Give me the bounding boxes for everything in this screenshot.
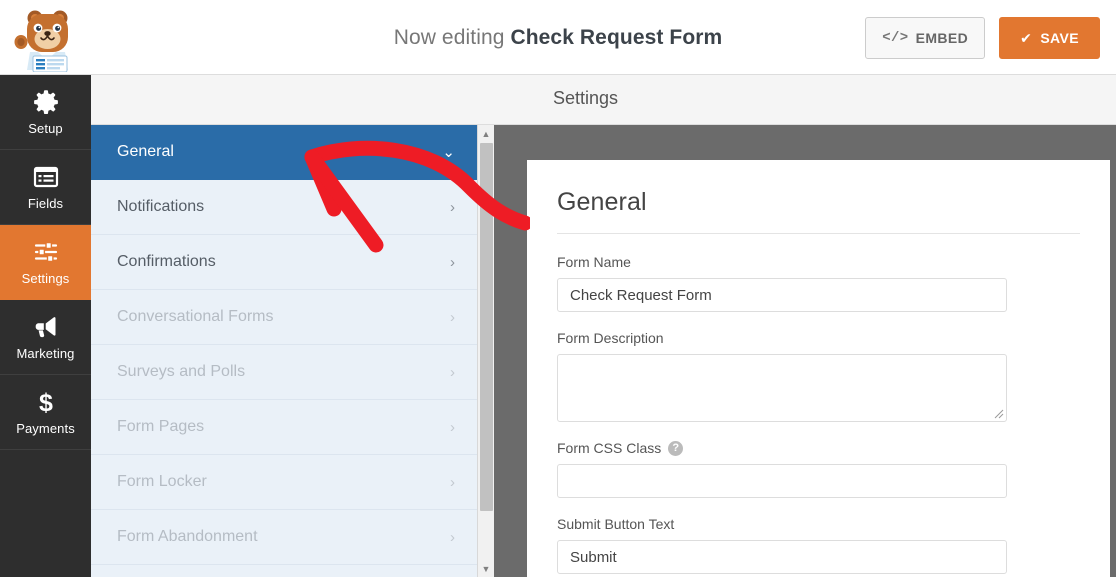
- sidebar-item-payments-label: Payments: [16, 421, 75, 436]
- scroll-up-arrow-icon[interactable]: ▲: [478, 125, 494, 142]
- save-button-label: SAVE: [1040, 30, 1079, 46]
- sidebar-item-setup-label: Setup: [28, 121, 63, 136]
- top-bar-actions: </> EMBED ✔ SAVE: [865, 17, 1100, 59]
- chevron-right-icon: ›: [450, 418, 455, 436]
- check-icon: ✔: [1020, 30, 1033, 46]
- field-submit-button-text-label-row: Submit Button Text: [557, 516, 1080, 532]
- nav-item-conversational-forms-label: Conversational Forms: [117, 308, 274, 325]
- sidebar-item-fields-label: Fields: [27, 196, 64, 211]
- chevron-right-icon: ›: [450, 528, 455, 546]
- dollar-icon: $: [32, 388, 60, 417]
- nav-item-confirmations[interactable]: Confirmations ›: [91, 235, 477, 290]
- sliders-icon: [32, 238, 60, 266]
- top-bar: Now editing Check Request Form </> EMBED…: [0, 0, 1116, 75]
- title-divider: [557, 233, 1080, 234]
- wpforms-form-builder: Now editing Check Request Form </> EMBED…: [0, 0, 1116, 577]
- svg-text:$: $: [39, 389, 53, 416]
- page-title-prefix: Now editing: [393, 25, 505, 49]
- nav-item-form-locker-label: Form Locker: [117, 473, 207, 490]
- nav-item-surveys-and-polls-label: Surveys and Polls: [117, 363, 246, 380]
- field-form-name-label-row: Form Name: [557, 254, 1080, 270]
- sidebar-item-setup[interactable]: Setup: [0, 75, 91, 150]
- scroll-down-arrow-icon[interactable]: ▼: [478, 560, 494, 577]
- list-icon: [32, 163, 60, 191]
- sidebar-item-payments[interactable]: $ Payments: [0, 375, 91, 450]
- general-settings-card: General Form Name Form Description: [527, 160, 1110, 577]
- save-button[interactable]: ✔ SAVE: [999, 17, 1100, 59]
- sidebar-item-marketing-label: Marketing: [16, 346, 75, 361]
- chevron-right-icon: ›: [450, 363, 455, 381]
- nav-item-partial[interactable]: [91, 565, 477, 577]
- builder-sidebar: Setup Fields Settings Marketing $ Paymen…: [0, 75, 91, 577]
- chevron-right-icon: ›: [450, 308, 455, 326]
- chevron-right-icon: ›: [450, 198, 455, 216]
- field-form-css-class: Form CSS Class ?: [557, 440, 1080, 498]
- field-submit-button-text: Submit Button Text: [557, 516, 1080, 574]
- help-icon[interactable]: ?: [668, 440, 684, 456]
- scrollbar-thumb[interactable]: [480, 143, 493, 511]
- field-form-description-label: Form Description: [557, 330, 664, 346]
- panel-header-title: Settings: [553, 88, 619, 108]
- nav-item-notifications[interactable]: Notifications ›: [91, 180, 477, 235]
- field-form-name: Form Name: [557, 254, 1080, 312]
- field-form-description: Form Description: [557, 330, 1080, 422]
- chevron-down-icon: ⌄: [442, 143, 455, 161]
- nav-item-surveys-and-polls[interactable]: Surveys and Polls ›: [91, 345, 477, 400]
- nav-item-form-abandonment-label: Form Abandonment: [117, 528, 258, 545]
- nav-item-form-pages[interactable]: Form Pages ›: [91, 400, 477, 455]
- page-title-form-name: Check Request Form: [510, 25, 723, 49]
- nav-item-notifications-label: Notifications: [117, 198, 205, 215]
- field-submit-button-text-label: Submit Button Text: [557, 516, 675, 532]
- settings-nav-list: General ⌄ Notifications › Confirmations …: [91, 125, 477, 577]
- form-description-textarea[interactable]: [557, 354, 1007, 422]
- wpforms-bear-logo: [8, 4, 78, 73]
- form-name-input[interactable]: [557, 278, 1007, 312]
- nav-item-conversational-forms[interactable]: Conversational Forms ›: [91, 290, 477, 345]
- field-form-css-class-label: Form CSS Class: [557, 440, 662, 456]
- form-css-class-input[interactable]: [557, 464, 1007, 498]
- sidebar-item-settings-label: Settings: [21, 271, 70, 286]
- nav-item-form-pages-label: Form Pages: [117, 418, 205, 435]
- card-title: General: [557, 188, 647, 216]
- submit-button-text-input[interactable]: [557, 540, 1007, 574]
- gear-icon: [32, 88, 60, 116]
- nav-item-form-locker[interactable]: Form Locker ›: [91, 455, 477, 510]
- field-form-description-label-row: Form Description: [557, 330, 1080, 346]
- sidebar-item-fields[interactable]: Fields: [0, 150, 91, 225]
- chevron-right-icon: ›: [450, 253, 455, 271]
- megaphone-icon: [32, 313, 60, 341]
- settings-nav-scrollbar[interactable]: ▲ ▼: [477, 125, 494, 577]
- panel-header: Settings: [91, 75, 1116, 125]
- sidebar-item-marketing[interactable]: Marketing: [0, 300, 91, 375]
- nav-item-form-abandonment[interactable]: Form Abandonment ›: [91, 510, 477, 565]
- embed-button-label: EMBED: [915, 30, 969, 46]
- field-form-name-label: Form Name: [557, 254, 631, 270]
- chevron-right-icon: ›: [450, 473, 455, 491]
- code-icon: </>: [882, 30, 909, 46]
- sidebar-item-settings[interactable]: Settings: [0, 225, 91, 300]
- nav-item-confirmations-label: Confirmations: [117, 253, 216, 270]
- embed-button[interactable]: </> EMBED: [865, 17, 986, 59]
- nav-item-general[interactable]: General ⌄: [91, 125, 477, 180]
- field-form-css-class-label-row: Form CSS Class ?: [557, 440, 1080, 456]
- nav-item-general-label: General: [117, 143, 174, 160]
